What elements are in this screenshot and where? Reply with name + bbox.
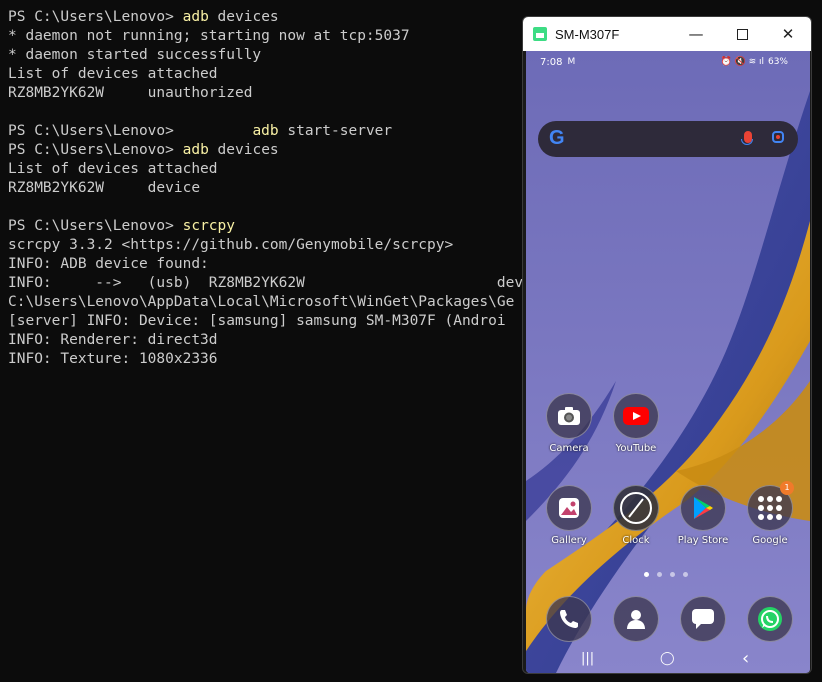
page-dot bbox=[657, 572, 662, 577]
notification-badge: 1 bbox=[780, 481, 794, 495]
clock-icon bbox=[613, 485, 659, 531]
page-dot bbox=[670, 572, 675, 577]
dock-whatsapp[interactable] bbox=[740, 596, 800, 642]
window-titlebar[interactable]: SM-M307F — ✕ bbox=[523, 17, 811, 51]
close-button[interactable]: ✕ bbox=[765, 17, 811, 51]
app-youtube[interactable]: YouTube bbox=[606, 393, 666, 454]
terminal-command: scrcpy bbox=[182, 218, 235, 234]
contacts-icon bbox=[613, 596, 659, 642]
app-clock[interactable]: Clock bbox=[606, 485, 666, 546]
dock-phone[interactable] bbox=[539, 596, 599, 642]
messages-icon bbox=[680, 596, 726, 642]
play-store-icon bbox=[680, 485, 726, 531]
gallery-icon bbox=[546, 485, 592, 531]
google-search-bar[interactable]: G bbox=[538, 121, 798, 157]
app-gallery[interactable]: Gallery bbox=[539, 485, 599, 546]
google-lens-icon[interactable] bbox=[772, 131, 784, 143]
terminal-prompt: PS C:\Users\Lenovo> bbox=[8, 123, 253, 139]
youtube-icon bbox=[613, 393, 659, 439]
status-indicator-icons: ⏰ 🔇 ≋ ıl bbox=[720, 57, 764, 67]
dock-messages[interactable] bbox=[673, 596, 733, 642]
navigation-bar: ||| ◯ ‹ bbox=[526, 648, 810, 673]
android-icon bbox=[533, 27, 547, 41]
whatsapp-icon bbox=[747, 596, 793, 642]
home-button[interactable]: ◯ bbox=[660, 651, 675, 666]
terminal-prompt: PS C:\Users\Lenovo> bbox=[8, 9, 183, 25]
app-label: Google bbox=[752, 535, 788, 546]
dock-contacts[interactable] bbox=[606, 596, 666, 642]
app-camera[interactable]: Camera bbox=[539, 393, 599, 454]
app-label: Play Store bbox=[677, 535, 729, 546]
terminal-command: adb bbox=[182, 9, 209, 25]
terminal-argument: devices bbox=[208, 142, 279, 158]
back-button[interactable]: ‹ bbox=[742, 648, 749, 669]
phone-screen[interactable]: 7:08 M ⏰ 🔇 ≋ ıl 63% G Camera YouTube Gal… bbox=[526, 51, 810, 673]
message-notification-icon: M bbox=[567, 57, 576, 67]
status-time: 7:08 bbox=[540, 56, 563, 68]
microphone-icon[interactable] bbox=[741, 131, 753, 145]
recents-button[interactable]: ||| bbox=[581, 651, 594, 666]
app-google-folder[interactable]: 1 Google bbox=[740, 481, 800, 546]
terminal-prompt: PS C:\Users\Lenovo> bbox=[8, 218, 183, 234]
app-play-store[interactable]: Play Store bbox=[673, 485, 733, 546]
terminal-command: adb bbox=[252, 123, 279, 139]
maximize-icon bbox=[736, 28, 748, 40]
page-indicator bbox=[644, 572, 688, 577]
camera-icon bbox=[546, 393, 592, 439]
terminal-prompt: PS C:\Users\Lenovo> bbox=[8, 142, 183, 158]
google-logo-icon: G bbox=[549, 127, 565, 149]
terminal-argument: start-server bbox=[278, 123, 393, 139]
app-label: Gallery bbox=[551, 535, 587, 546]
terminal-argument: devices bbox=[208, 9, 279, 25]
scrcpy-window[interactable]: SM-M307F — ✕ 7:08 M ⏰ 🔇 ≋ ıl 63% G Camer… bbox=[522, 16, 812, 674]
terminal-command: adb bbox=[182, 142, 209, 158]
status-bar: 7:08 M ⏰ 🔇 ≋ ıl 63% bbox=[526, 51, 810, 73]
google-folder-icon: 1 bbox=[747, 481, 794, 531]
page-dot bbox=[683, 572, 688, 577]
phone-icon bbox=[546, 596, 592, 642]
status-icons: ⏰ 🔇 ≋ ıl 63% bbox=[720, 57, 788, 67]
battery-level: 63% bbox=[767, 57, 788, 67]
app-label: YouTube bbox=[615, 443, 657, 454]
window-title: SM-M307F bbox=[555, 26, 620, 42]
maximize-button[interactable] bbox=[719, 17, 765, 51]
minimize-button[interactable]: — bbox=[673, 17, 719, 51]
app-label: Camera bbox=[549, 443, 589, 454]
app-label: Clock bbox=[622, 535, 650, 546]
page-dot bbox=[644, 572, 649, 577]
